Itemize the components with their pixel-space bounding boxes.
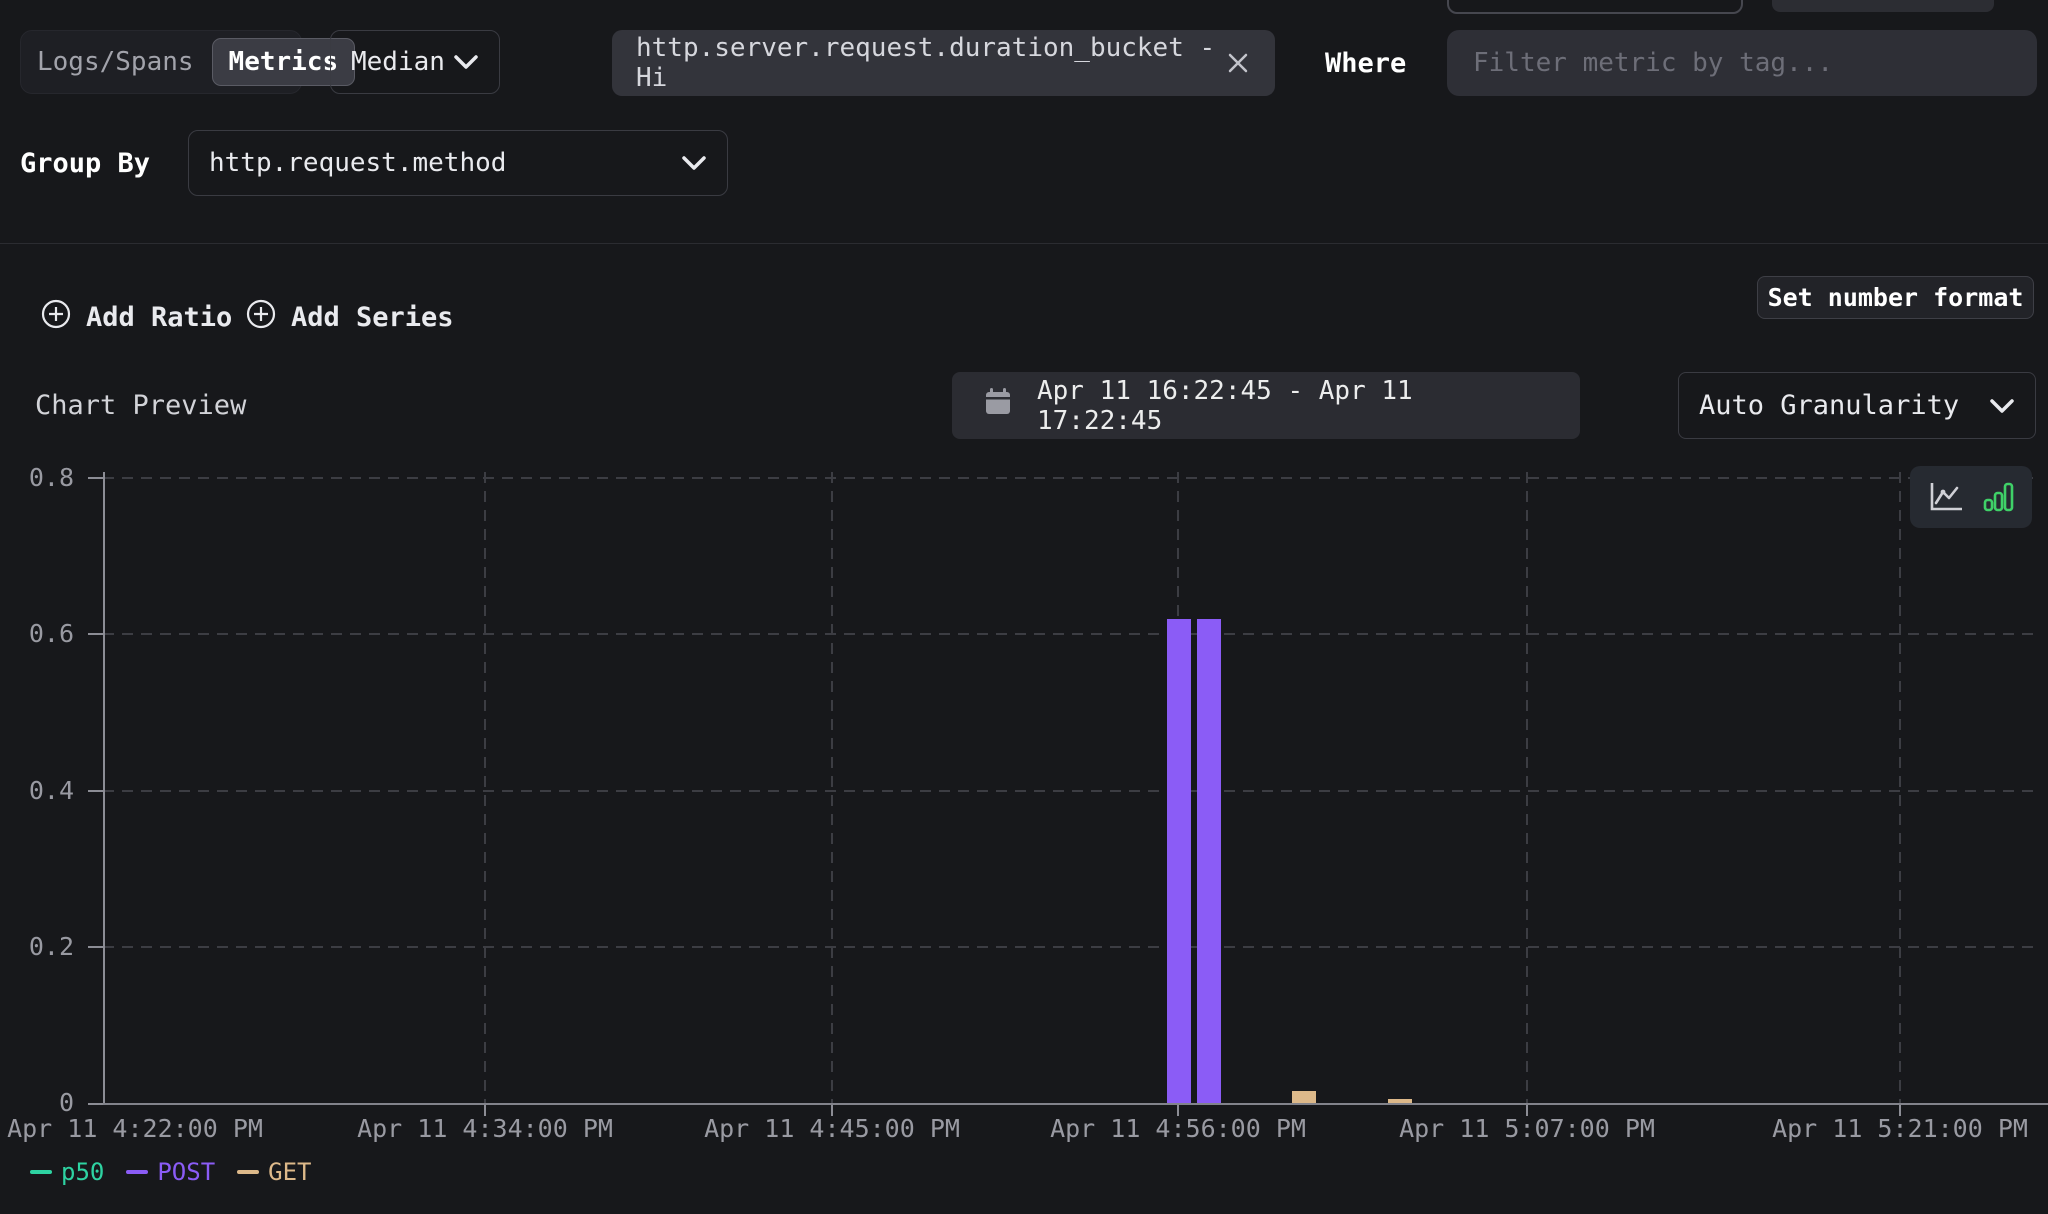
plus-circle-icon [40, 298, 72, 337]
bar-get [1292, 1091, 1316, 1103]
where-label: Where [1325, 30, 1406, 96]
y-axis-tick [88, 633, 103, 635]
cutoff-button [1772, 0, 1994, 12]
filter-input[interactable] [1447, 30, 2037, 96]
chevron-down-icon [681, 148, 707, 178]
bar-get [1388, 1099, 1412, 1103]
x-axis-line [103, 1103, 2048, 1105]
y-tick-label: 0.8 [0, 465, 88, 490]
x-tick-label: Apr 11 4:34:00 PM [335, 1114, 635, 1143]
group-by-label: Group By [20, 130, 150, 196]
chevron-down-icon [1989, 390, 2015, 421]
chart-type-toggle [1910, 466, 2032, 528]
y-axis-tick [88, 477, 103, 479]
h-gridline [103, 790, 2040, 792]
h-gridline [103, 633, 2040, 635]
v-gridline [1899, 472, 1901, 1103]
y-tick-label: 0.4 [0, 778, 88, 803]
y-axis-tick [88, 946, 103, 948]
source-toggle: Logs/Spans Metrics [20, 30, 302, 94]
y-tick-label: 0.2 [0, 934, 88, 959]
metric-chip[interactable]: http.server.request.duration_bucket - Hi [612, 30, 1275, 96]
aggregation-value: Median [351, 47, 445, 77]
x-tick-label: Apr 11 4:22:00 PM [0, 1114, 285, 1143]
x-tick-label: Apr 11 5:21:00 PM [1750, 1114, 2048, 1143]
add-ratio-label: Add Ratio [86, 302, 232, 333]
legend-dash-icon [237, 1170, 259, 1174]
toggle-logs-spans[interactable]: Logs/Spans [37, 47, 194, 77]
x-tick-label: Apr 11 4:56:00 PM [1028, 1114, 1328, 1143]
metric-chip-label: http.server.request.duration_bucket - Hi [636, 33, 1225, 93]
legend-label: GET [268, 1158, 311, 1186]
calendar-icon [985, 388, 1011, 423]
add-series-label: Add Series [291, 302, 454, 333]
line-chart-icon[interactable] [1927, 480, 1965, 514]
bar-post [1197, 619, 1221, 1103]
y-tick-label: 0.6 [0, 621, 88, 646]
cutoff-input-box [1447, 0, 1743, 14]
y-axis-zero-tick [88, 1103, 103, 1105]
y-tick-label: 0 [0, 1090, 88, 1115]
v-gridline [1526, 472, 1528, 1103]
legend-item-p50[interactable]: p50 [30, 1158, 104, 1186]
add-ratio-button[interactable]: Add Ratio [40, 296, 232, 338]
h-gridline [103, 477, 2040, 479]
v-gridline [831, 472, 833, 1103]
granularity-value: Auto Granularity [1699, 390, 1959, 421]
set-number-format-button[interactable]: Set number format [1757, 276, 2034, 319]
bar-chart-icon[interactable] [1983, 481, 2015, 513]
x-tick-label: Apr 11 4:45:00 PM [682, 1114, 982, 1143]
add-series-button[interactable]: Add Series [245, 296, 454, 338]
legend-item-post[interactable]: POST [126, 1158, 215, 1186]
chart-legend: p50 POST GET [30, 1158, 312, 1186]
divider [0, 243, 2048, 244]
group-by-select[interactable]: http.request.method [188, 130, 728, 196]
granularity-select[interactable]: Auto Granularity [1678, 372, 2036, 439]
bar-post [1167, 619, 1191, 1103]
metrics-query-builder: Logs/Spans Metrics Median http.server.re… [0, 0, 2048, 1214]
group-by-value: http.request.method [209, 148, 506, 178]
time-range-picker[interactable]: Apr 11 16:22:45 - Apr 11 17:22:45 [952, 372, 1580, 439]
h-gridline [103, 946, 2040, 948]
y-axis-tick [88, 790, 103, 792]
time-range-value: Apr 11 16:22:45 - Apr 11 17:22:45 [1037, 376, 1547, 436]
legend-label: p50 [61, 1158, 104, 1186]
chart-preview-title: Chart Preview [35, 372, 246, 439]
plus-circle-icon [245, 298, 277, 337]
v-gridline [484, 472, 486, 1103]
chevron-down-icon [453, 47, 479, 77]
legend-dash-icon [126, 1170, 148, 1174]
legend-label: POST [157, 1158, 215, 1186]
aggregation-select[interactable]: Median [330, 30, 500, 94]
legend-item-get[interactable]: GET [237, 1158, 311, 1186]
y-axis-line [103, 472, 105, 1104]
legend-dash-icon [30, 1170, 52, 1174]
close-icon[interactable] [1225, 50, 1251, 76]
x-tick-label: Apr 11 5:07:00 PM [1377, 1114, 1677, 1143]
